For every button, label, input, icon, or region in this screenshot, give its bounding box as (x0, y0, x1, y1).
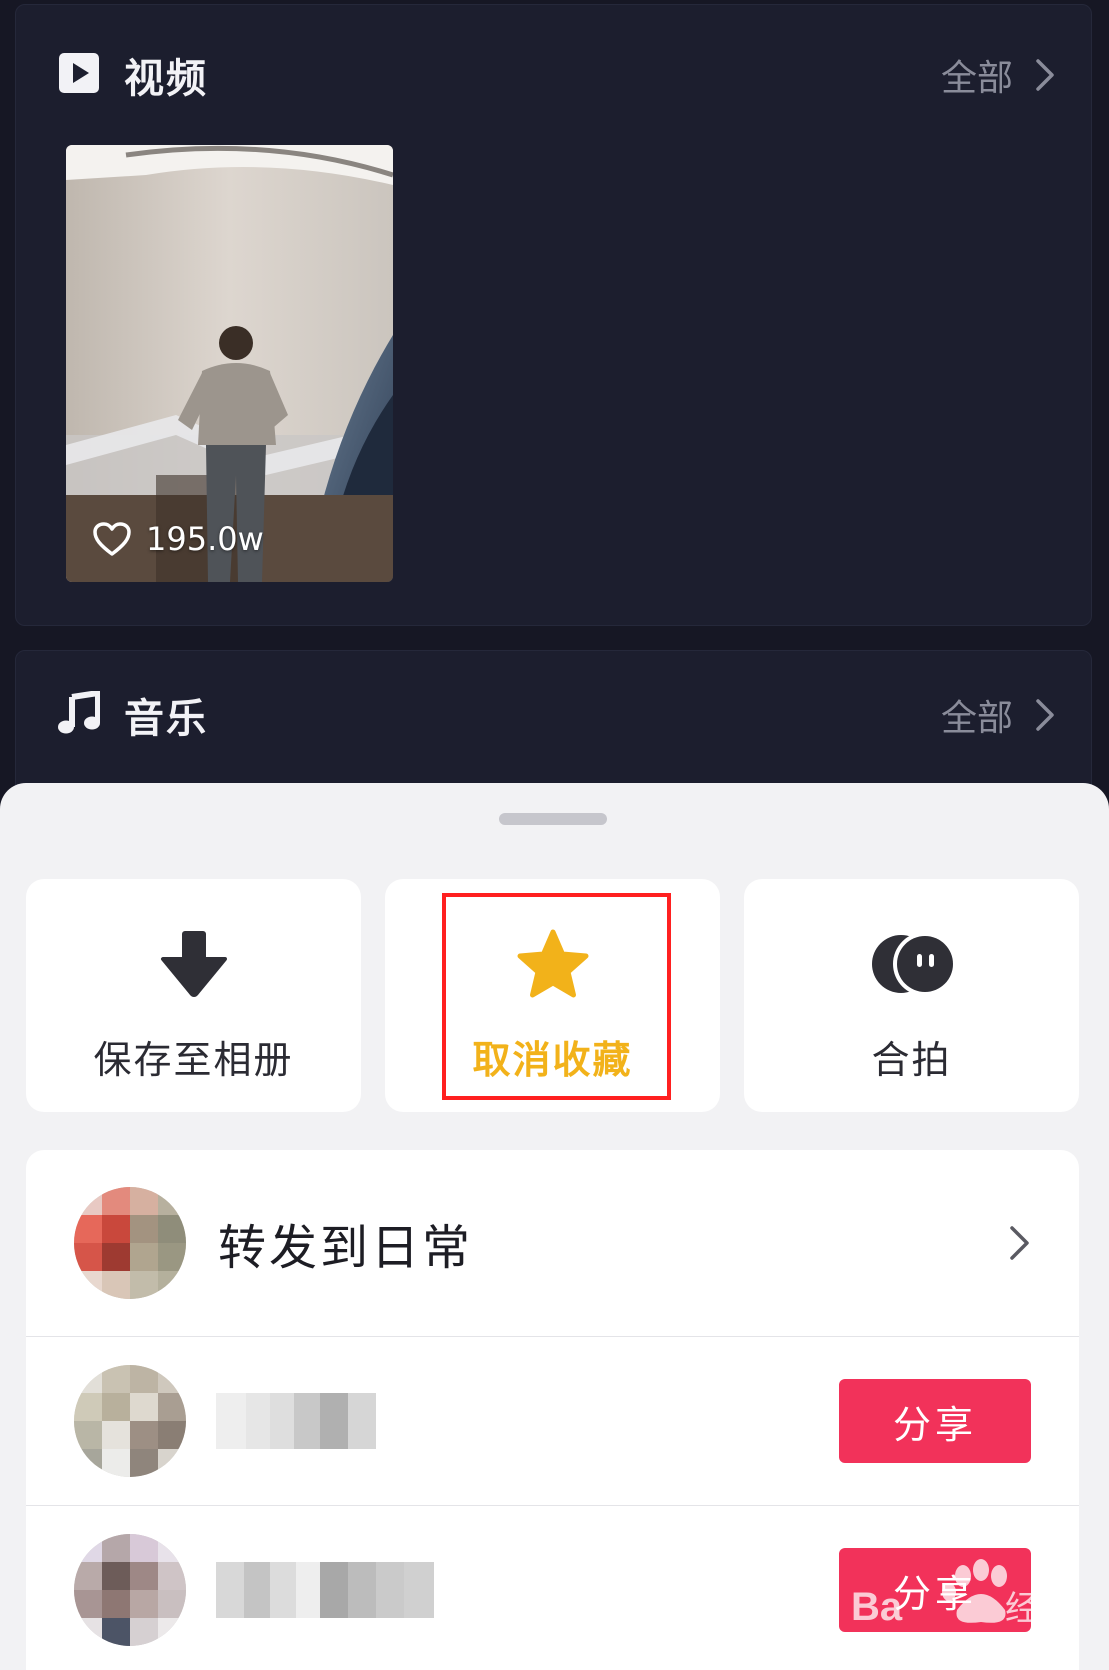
chevron-right-icon (1036, 699, 1054, 731)
save-to-album-button[interactable]: 保存至相册 (26, 879, 361, 1112)
unfavorite-button[interactable]: 取消收藏 (385, 879, 720, 1112)
chevron-right-icon (1010, 1226, 1029, 1260)
download-arrow-icon (160, 931, 227, 997)
music-view-all-label: 全部 (940, 698, 1013, 739)
music-note-icon (58, 690, 101, 739)
music-section-header: 音乐 全部 (58, 685, 1055, 745)
repost-to-daily-row[interactable]: 转发到日常 (26, 1150, 1079, 1336)
video-thumbnail-image (66, 145, 393, 582)
repost-to-daily-label: 转发到日常 (218, 1220, 474, 1276)
friend-name-blurred (216, 1393, 376, 1449)
highlight-box (442, 893, 671, 1100)
duet-label: 合拍 (871, 1038, 952, 1082)
sheet-drag-handle[interactable] (499, 813, 607, 825)
baidu-watermark: Ba 经验 jingyan.baidu.com (845, 1548, 1105, 1668)
avatar (74, 1187, 186, 1299)
action-sheet: 保存至相册 取消收藏 合拍 转发到日常 分享 分享 (0, 783, 1109, 1670)
share-button[interactable]: 分享 (839, 1379, 1031, 1463)
friend-name-blurred (216, 1562, 434, 1618)
friend-avatar (74, 1534, 186, 1646)
music-view-all-link[interactable]: 全部 (941, 689, 1055, 741)
svg-text:jingyan.baidu.com: jingyan.baidu.com (864, 1632, 1042, 1657)
friend-avatar (74, 1365, 186, 1477)
video-view-all-link[interactable]: 全部 (941, 49, 1055, 101)
video-section: 视频 全部 195.0w (15, 4, 1092, 626)
video-section-title: 视频 (124, 56, 208, 102)
baidu-paw-logo: Ba 经验 jingyan.baidu.com (851, 1559, 1073, 1657)
duet-icon (871, 932, 957, 996)
video-section-icon (58, 52, 100, 98)
app-screen: 视频 全部 195.0w 音乐 全部 保存至相册 取消收藏 合拍 转发到日常 分… (0, 0, 1109, 1670)
heart-outline-icon (93, 522, 131, 556)
video-like-count-text: 195.0w (146, 520, 264, 558)
duet-button[interactable]: 合拍 (744, 879, 1079, 1112)
video-thumbnail[interactable]: 195.0w (66, 145, 393, 582)
chevron-right-icon (1036, 59, 1054, 91)
friend-share-row: 分享 (26, 1337, 1079, 1505)
music-section-title: 音乐 (124, 696, 208, 742)
svg-text:经验: 经验 (1005, 1589, 1073, 1629)
save-to-album-label: 保存至相册 (93, 1038, 294, 1082)
video-section-header: 视频 全部 (58, 45, 1055, 105)
video-like-count: 195.0w (92, 520, 264, 558)
video-view-all-label: 全部 (940, 58, 1013, 99)
svg-text:Ba: Ba (851, 1585, 903, 1629)
